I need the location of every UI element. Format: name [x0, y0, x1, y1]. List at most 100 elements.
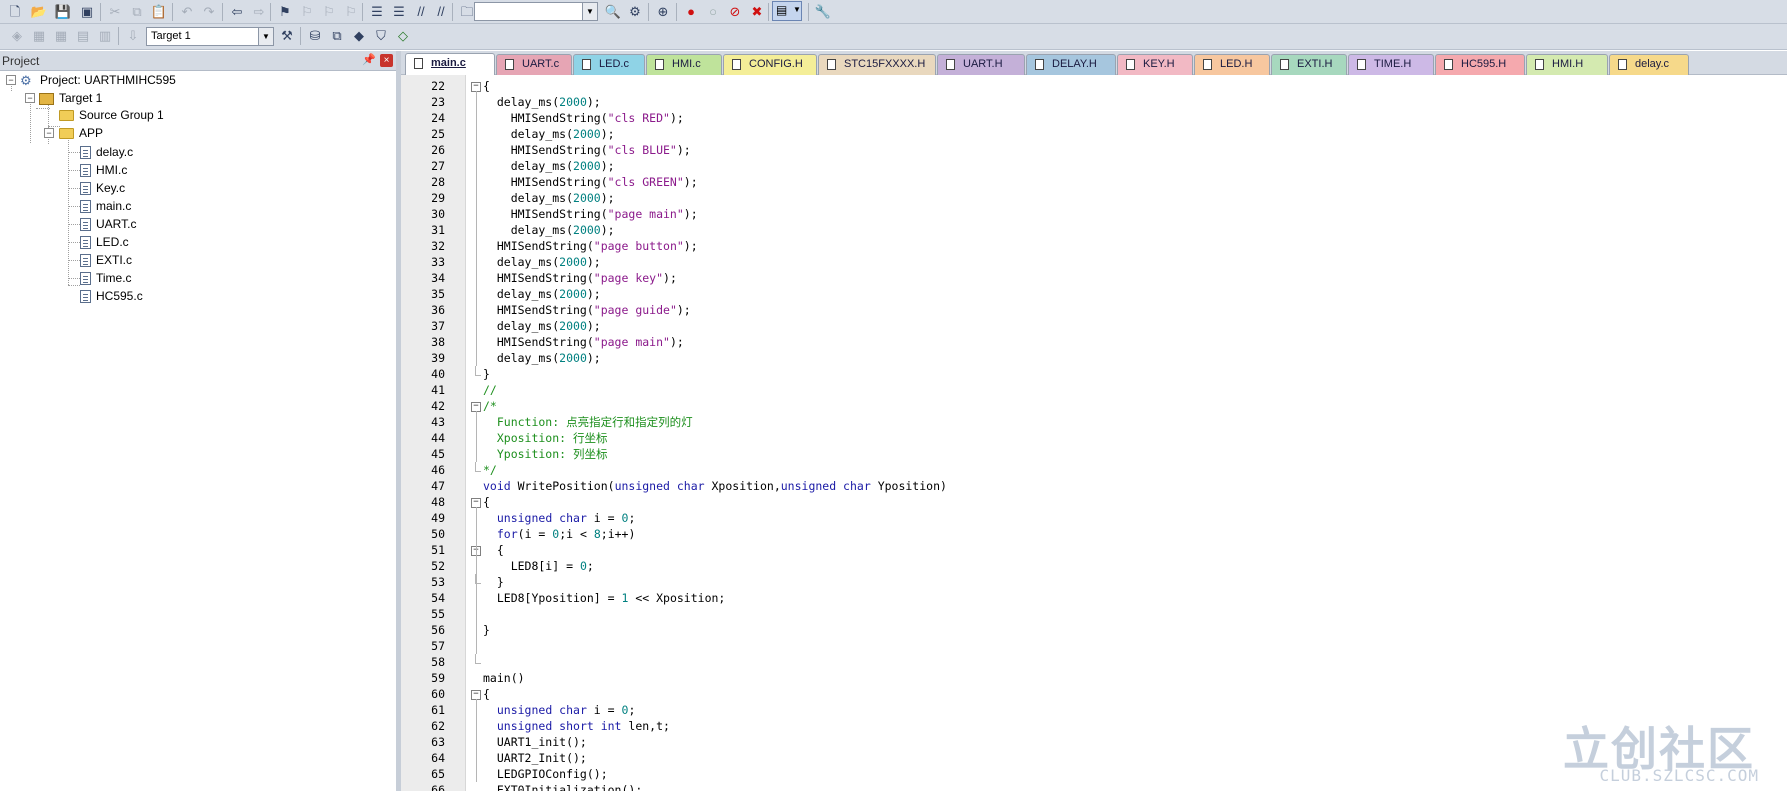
tab-led-c[interactable]: LED.c [573, 54, 645, 75]
paste-icon[interactable]: 📋 [150, 3, 168, 21]
download-icon[interactable]: ⇩ [124, 27, 142, 45]
tab-hc595-h[interactable]: HC595.H [1435, 54, 1525, 75]
code-line[interactable]: 39 delay_ms(2000); [401, 350, 1787, 366]
code-line[interactable]: 58 [401, 654, 1787, 670]
comment-icon[interactable]: // [412, 3, 430, 21]
code-line[interactable]: 22−{ [401, 78, 1787, 94]
save-icon[interactable]: 💾 [54, 3, 72, 21]
tree-file[interactable]: Key.c [80, 179, 125, 197]
bookmark-prev-icon[interactable]: ⚐ [298, 3, 316, 21]
code-line[interactable]: 59 main() [401, 670, 1787, 686]
close-icon[interactable]: × [380, 54, 393, 67]
find-combo[interactable]: ▼ [474, 2, 598, 21]
tree-file[interactable]: HMI.c [80, 161, 127, 179]
code-line[interactable]: 51− { [401, 542, 1787, 558]
tab-delay-c[interactable]: delay.c [1609, 54, 1689, 75]
code-line[interactable]: 23 delay_ms(2000); [401, 94, 1787, 110]
code-line[interactable]: 24 HMISendString("cls RED"); [401, 110, 1787, 126]
code-line[interactable]: 52 LED8[i] = 0; [401, 558, 1787, 574]
debug-session-icon[interactable]: ⊕ [654, 3, 672, 21]
find-icon[interactable]: 🔍 [604, 3, 622, 21]
code-editor[interactable]: 22−{23 delay_ms(2000); 24 HMISendString("… [401, 75, 1787, 791]
tab-main-c[interactable]: main.c [405, 53, 495, 76]
code-line[interactable]: 30 HMISendString("page main"); [401, 206, 1787, 222]
cut-icon[interactable]: ✂ [106, 3, 124, 21]
code-line[interactable]: 66 EXT0Initialization(); [401, 782, 1787, 791]
tree-collapse-group[interactable]: − [44, 128, 54, 138]
select-packs-icon[interactable]: ⛉ [372, 27, 390, 45]
tab-key-h[interactable]: KEY.H [1117, 54, 1193, 75]
incremental-find-icon[interactable]: ⚙ [626, 3, 644, 21]
code-line[interactable]: 32 HMISendString("page button"); [401, 238, 1787, 254]
tree-file[interactable]: main.c [80, 197, 131, 215]
code-line[interactable]: 42−/* [401, 398, 1787, 414]
code-line[interactable]: 29 delay_ms(2000); [401, 190, 1787, 206]
save-all-icon[interactable]: ▣ [78, 3, 96, 21]
bookmark-clear-icon[interactable]: ⚐ [342, 3, 360, 21]
code-line[interactable]: 45 Yposition: 列坐标 [401, 446, 1787, 462]
code-line[interactable]: 54 LED8[Yposition] = 1 << Xposition; [401, 590, 1787, 606]
build-icon[interactable]: ▦ [30, 27, 48, 45]
tab-stc15fxxxx-h[interactable]: STC15FXXXX.H [818, 54, 936, 75]
chevron-down-icon[interactable]: ▼ [258, 28, 273, 45]
pack-installer-icon[interactable]: ◇ [394, 27, 412, 45]
code-line[interactable]: 47 void WritePosition(unsigned char Xposi… [401, 478, 1787, 494]
tab-hmi-h[interactable]: HMI.H [1526, 54, 1608, 75]
code-line[interactable]: 37 delay_ms(2000); [401, 318, 1787, 334]
code-line[interactable]: 50 for(i = 0;i < 8;i++) [401, 526, 1787, 542]
code-line[interactable]: 57 [401, 638, 1787, 654]
code-line[interactable]: 56} [401, 622, 1787, 638]
breakpoint-disable-all-icon[interactable]: ⊘ [726, 3, 744, 21]
code-line[interactable]: 33 delay_ms(2000); [401, 254, 1787, 270]
code-line[interactable]: 48−{ [401, 494, 1787, 510]
tab-uart-c[interactable]: UART.c [496, 54, 572, 75]
tree-file[interactable]: Time.c [80, 269, 132, 287]
code-line[interactable]: 44 Xposition: 行坐标 [401, 430, 1787, 446]
rebuild-icon[interactable]: ▦ [52, 27, 70, 45]
tree-file[interactable]: LED.c [80, 233, 129, 251]
stop-build-icon[interactable]: ▥ [96, 27, 114, 45]
tab-uart-h[interactable]: UART.H [937, 54, 1025, 75]
code-line[interactable]: 27 delay_ms(2000); [401, 158, 1787, 174]
code-line[interactable]: 26 HMISendString("cls BLUE"); [401, 142, 1787, 158]
code-line[interactable]: 35 delay_ms(2000); [401, 286, 1787, 302]
tree-collapse-root[interactable]: − [6, 75, 16, 85]
code-line[interactable]: 34 HMISendString("page key"); [401, 270, 1787, 286]
unindent-icon[interactable]: ☰ [390, 3, 408, 21]
code-line[interactable]: 46 */ [401, 462, 1787, 478]
breakpoint-icon[interactable]: ● [682, 3, 700, 21]
translate-icon[interactable]: ◈ [8, 27, 26, 45]
tab-delay-h[interactable]: DELAY.H [1026, 54, 1116, 75]
window-layout-button[interactable]: ▤ ▼ [772, 1, 802, 21]
undo-icon[interactable]: ↶ [178, 3, 196, 21]
code-line[interactable]: 38 HMISendString("page main"); [401, 334, 1787, 350]
file-extensions-icon[interactable]: ⛁ [306, 27, 324, 45]
tab-led-h[interactable]: LED.H [1194, 54, 1270, 75]
chevron-down-icon[interactable]: ▼ [582, 3, 597, 20]
code-line[interactable]: 36 HMISendString("page guide"); [401, 302, 1787, 318]
breakpoint-disable-icon[interactable]: ○ [704, 3, 722, 21]
batch-build-icon[interactable]: ▤ [74, 27, 92, 45]
manage-components-icon[interactable]: ⧉ [328, 27, 346, 45]
tree-group[interactable]: Source Group 1 [59, 106, 164, 124]
indent-icon[interactable]: ☰ [368, 3, 386, 21]
target-select[interactable]: Target 1 ▼ [146, 27, 274, 46]
bookmark-icon[interactable]: ⚑ [276, 3, 294, 21]
uncomment-icon[interactable]: // [432, 3, 450, 21]
tab-time-h[interactable]: TIME.H [1348, 54, 1434, 75]
tree-target[interactable]: Target 1 [39, 89, 102, 107]
nav-forward-icon[interactable]: ⇨ [250, 3, 268, 21]
tree-file[interactable]: delay.c [80, 143, 133, 161]
redo-icon[interactable]: ↷ [200, 3, 218, 21]
code-line[interactable]: 53 } [401, 574, 1787, 590]
tree-collapse-target[interactable]: − [25, 93, 35, 103]
tree-file[interactable]: EXTI.c [80, 251, 132, 269]
code-line[interactable]: 49 unsigned char i = 0; [401, 510, 1787, 526]
run-time-environment-icon[interactable]: ◆ [350, 27, 368, 45]
code-line[interactable]: 41 // [401, 382, 1787, 398]
code-line[interactable]: 31 delay_ms(2000); [401, 222, 1787, 238]
nav-back-icon[interactable]: ⇦ [228, 3, 246, 21]
breakpoint-kill-all-icon[interactable]: ✖ [748, 3, 766, 21]
tab-exti-h[interactable]: EXTI.H [1271, 54, 1347, 75]
code-line[interactable]: 40} [401, 366, 1787, 382]
